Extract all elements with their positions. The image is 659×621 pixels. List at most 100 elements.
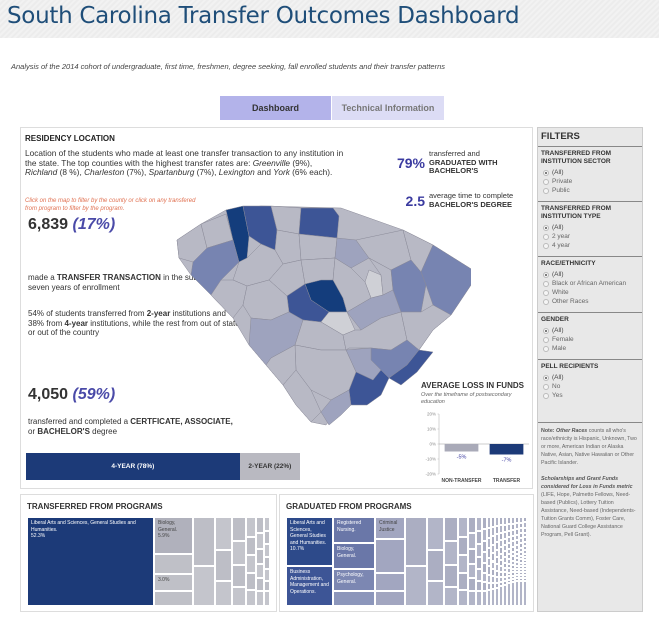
treemap-cell[interactable] (245, 573, 256, 590)
treemap-cell[interactable] (427, 580, 445, 606)
treemap-cell[interactable] (215, 549, 233, 581)
treemap-cell[interactable] (457, 517, 468, 537)
filter-option[interactable]: Male (541, 344, 639, 353)
treemap-cell[interactable] (255, 591, 265, 606)
treemap-cell[interactable] (232, 541, 246, 565)
treemap-cell[interactable] (264, 557, 270, 570)
radio-button-icon[interactable] (543, 298, 549, 305)
treemap-cell[interactable] (467, 563, 477, 578)
filter-option[interactable]: 4 year (541, 241, 639, 250)
filter-option[interactable]: (All) (541, 223, 639, 232)
treemap-cell[interactable]: Liberal Arts and Sciences, General Studi… (27, 517, 154, 606)
treemap-cell[interactable] (467, 548, 477, 564)
treemap-cell[interactable] (457, 555, 468, 574)
treemap-cell[interactable] (444, 541, 458, 565)
radio-button-icon[interactable] (543, 271, 549, 278)
radio-button-icon[interactable] (543, 336, 549, 343)
map-county[interactable] (298, 233, 338, 261)
treemap-cell[interactable] (232, 517, 246, 542)
filter-option[interactable]: Yes (541, 391, 639, 400)
treemap-cell[interactable] (264, 591, 270, 606)
treemap-cell[interactable] (193, 517, 215, 566)
treemap-cell[interactable]: 3.0% (154, 574, 193, 591)
treemap-cell[interactable] (245, 517, 256, 537)
radio-button-icon[interactable] (543, 289, 549, 296)
treemap-cell[interactable] (255, 548, 265, 564)
filter-option[interactable]: Private (541, 177, 639, 186)
filter-option[interactable]: (All) (541, 168, 639, 177)
radio-button-icon[interactable] (543, 242, 549, 249)
filter-option[interactable]: Black or African American (541, 279, 639, 288)
treemap-cell[interactable] (333, 591, 375, 606)
treemap-cell[interactable]: Biology, General. 5.9% (154, 517, 193, 554)
treemap-cell[interactable] (193, 565, 215, 606)
radio-button-icon[interactable] (543, 374, 549, 381)
treemap-cell[interactable]: Criminal Justice (375, 517, 405, 539)
treemap-cell[interactable] (467, 577, 477, 592)
treemap-cell[interactable] (523, 581, 528, 606)
treemap-cell[interactable] (264, 569, 270, 581)
tab-dashboard[interactable]: Dashboard (220, 96, 331, 120)
treemap-cell[interactable] (255, 517, 265, 534)
filter-option[interactable]: (All) (541, 373, 639, 382)
treemap-cell[interactable] (405, 517, 427, 566)
treemap-cell[interactable] (444, 587, 458, 606)
filter-option[interactable]: (All) (541, 270, 639, 279)
treemap-cell[interactable] (264, 517, 270, 531)
treemap-cell[interactable] (232, 587, 246, 606)
filter-option[interactable]: Public (541, 186, 639, 195)
treemap-cell[interactable] (427, 517, 445, 550)
map-county-york[interactable] (298, 207, 340, 239)
treemap-cell[interactable] (457, 536, 468, 556)
treemap-cell[interactable] (264, 544, 270, 558)
treemap-cell[interactable] (215, 517, 233, 550)
radio-button-icon[interactable] (543, 224, 549, 231)
radio-button-icon[interactable] (543, 392, 549, 399)
treemap-cell[interactable] (444, 564, 458, 588)
treemap-cell[interactable] (154, 591, 193, 606)
treemap-cell[interactable]: Psychology, General. (333, 569, 375, 591)
treemap-cell[interactable] (467, 517, 477, 534)
radio-button-icon[interactable] (543, 383, 549, 390)
treemap-cell[interactable] (255, 563, 265, 578)
treemap-cell[interactable] (457, 573, 468, 590)
treemap-cell[interactable]: Business Administration, Management and … (286, 566, 333, 606)
radio-button-icon[interactable] (543, 345, 549, 352)
treemap-cell[interactable] (255, 533, 265, 549)
treemap-cell[interactable] (215, 580, 233, 606)
treemap-cell[interactable] (264, 530, 270, 545)
treemap-cell[interactable] (245, 555, 256, 574)
filter-option[interactable]: Female (541, 335, 639, 344)
filter-option[interactable]: (All) (541, 326, 639, 335)
radio-button-icon[interactable] (543, 280, 549, 287)
treemap-cell[interactable] (264, 580, 270, 592)
treemap-cell[interactable] (232, 564, 246, 588)
treemap-cell[interactable] (405, 565, 427, 606)
radio-button-icon[interactable] (543, 169, 549, 176)
treemap-cell[interactable] (444, 517, 458, 542)
radio-button-icon[interactable] (543, 178, 549, 185)
treemap-cell[interactable] (255, 577, 265, 592)
radio-button-icon[interactable] (543, 327, 549, 334)
filter-option[interactable]: White (541, 288, 639, 297)
treemap-cell[interactable] (467, 591, 477, 606)
treemap-cell[interactable]: Registered Nursing. (333, 517, 375, 543)
treemap-cell[interactable] (245, 589, 256, 606)
treemap-cell[interactable]: Biology, General. (333, 543, 375, 569)
treemap-cell[interactable]: Liberal Arts and Sciences, General Studi… (286, 517, 333, 566)
treemap-cell[interactable] (375, 573, 405, 591)
filter-option[interactable]: Other Races (541, 297, 639, 306)
treemap-cell[interactable] (245, 536, 256, 556)
tab-technical-information[interactable]: Technical Information (332, 96, 444, 120)
filter-option[interactable]: No (541, 382, 639, 391)
treemap-cell[interactable] (375, 591, 405, 606)
radio-button-icon[interactable] (543, 187, 549, 194)
treemap-cell[interactable] (467, 533, 477, 549)
bar-segment-4-year[interactable]: 4-YEAR (78%) (26, 453, 240, 480)
filter-option[interactable]: 2 year (541, 232, 639, 241)
radio-button-icon[interactable] (543, 233, 549, 240)
bar-segment-2-year[interactable]: 2-YEAR (22%) (239, 453, 300, 480)
treemap-cell[interactable] (375, 539, 405, 573)
treemap-cell[interactable] (427, 549, 445, 581)
treemap-cell[interactable] (154, 554, 193, 574)
